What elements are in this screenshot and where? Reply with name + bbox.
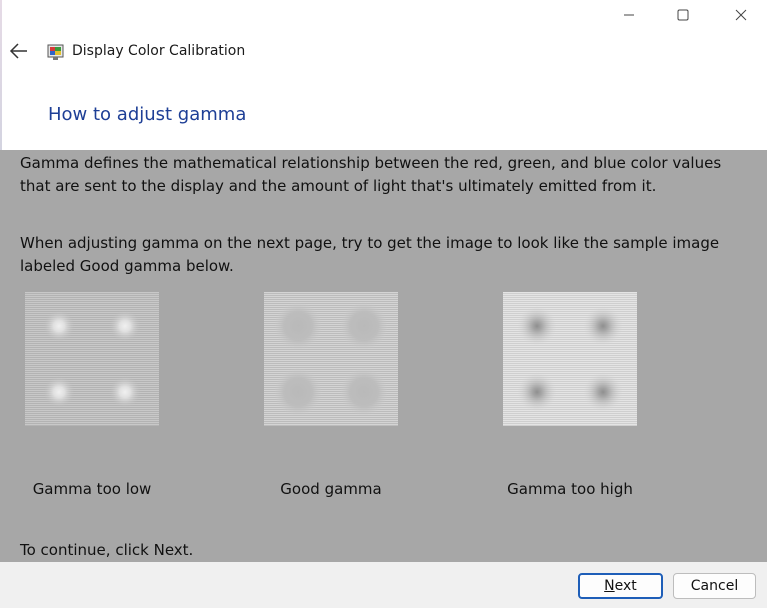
sample-gamma-too-high bbox=[503, 292, 637, 426]
gamma-definition-text: Gamma defines the mathematical relations… bbox=[20, 154, 722, 195]
sample-good-gamma bbox=[264, 292, 398, 426]
gamma-low-image bbox=[25, 292, 159, 426]
page-heading: How to adjust gamma bbox=[48, 104, 247, 125]
gamma-good-image bbox=[264, 292, 398, 426]
back-button[interactable] bbox=[8, 40, 30, 62]
content-panel: Gamma defines the mathematical relations… bbox=[0, 150, 767, 562]
gamma-instruction-text: When adjusting gamma on the next page, t… bbox=[20, 234, 720, 275]
label-gamma-too-high: Gamma too high bbox=[507, 480, 633, 498]
gamma-high-image bbox=[503, 292, 637, 426]
next-accelerator: N bbox=[604, 578, 615, 594]
maximize-icon bbox=[677, 9, 689, 21]
continue-instruction: To continue, click Next. bbox=[20, 541, 194, 559]
label-good-gamma: Good gamma bbox=[280, 480, 382, 498]
calibration-window: Display Color Calibration How to adjust … bbox=[0, 0, 767, 608]
cancel-button[interactable]: Cancel bbox=[673, 573, 756, 599]
next-button[interactable]: Next bbox=[578, 573, 663, 599]
minimize-button[interactable] bbox=[606, 0, 652, 30]
footer-bar: Next Cancel bbox=[0, 562, 767, 608]
close-icon bbox=[735, 9, 747, 21]
label-gamma-too-low: Gamma too low bbox=[32, 480, 152, 498]
close-button[interactable] bbox=[718, 0, 764, 30]
maximize-button[interactable] bbox=[660, 0, 706, 30]
display-calibration-icon bbox=[46, 42, 66, 62]
next-label: ext bbox=[614, 578, 637, 594]
minimize-icon bbox=[624, 14, 634, 16]
back-arrow-icon bbox=[9, 43, 27, 59]
window-title: Display Color Calibration bbox=[72, 43, 246, 59]
sample-gamma-too-low bbox=[25, 292, 159, 426]
